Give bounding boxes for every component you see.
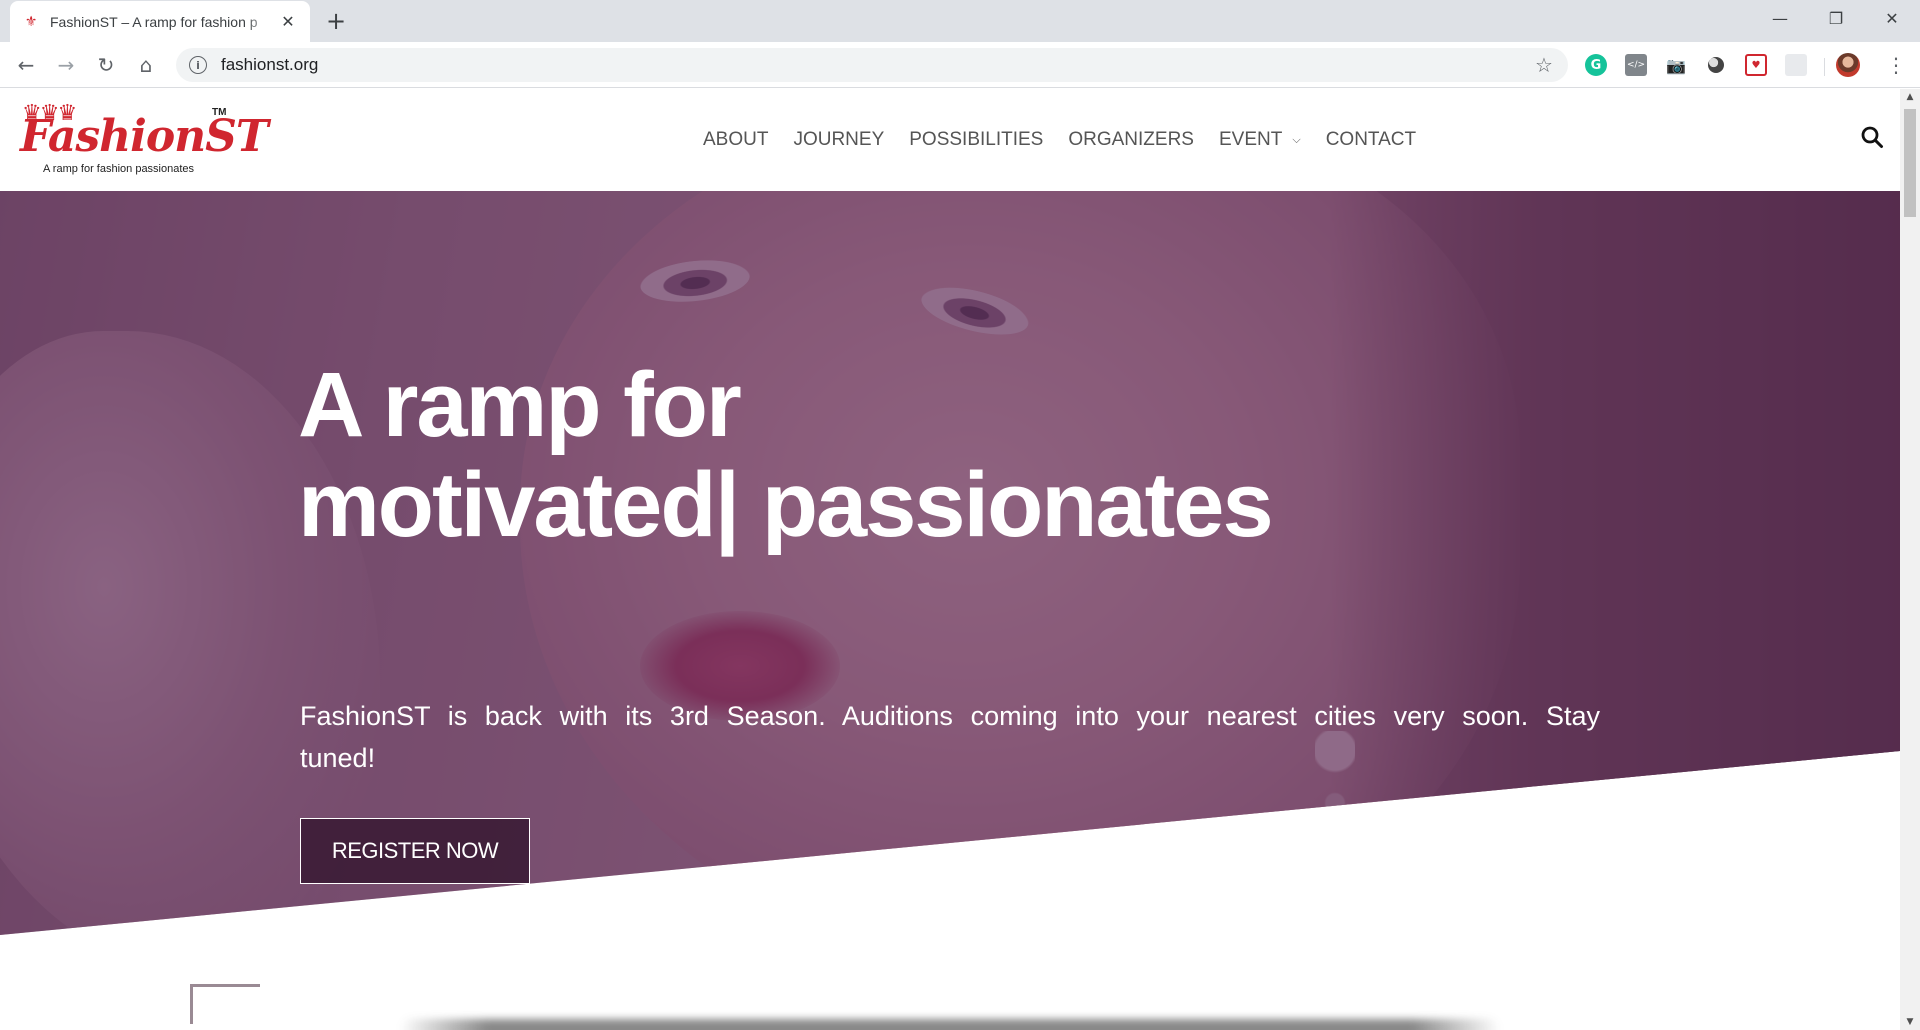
corner-bracket-decoration — [190, 984, 260, 1024]
search-icon[interactable] — [1860, 125, 1890, 155]
nav-item-journey[interactable]: JOURNEY — [793, 129, 884, 151]
code-view-icon[interactable]: </> — [1625, 54, 1647, 76]
logo-wordmark: FashionST — [20, 111, 269, 162]
reload-button[interactable]: ↻ — [90, 49, 122, 81]
url-text[interactable]: fashionst.org — [221, 55, 1528, 75]
browser-menu-icon[interactable]: ⋮ — [1880, 49, 1912, 81]
register-now-button[interactable]: REGISTER NOW — [300, 818, 530, 884]
address-bar[interactable]: i fashionst.org ☆ — [176, 48, 1568, 82]
grammarly-icon[interactable]: G — [1585, 54, 1607, 76]
nav-item-organizers[interactable]: ORGANIZERS — [1068, 129, 1194, 151]
logo-tagline: A ramp for fashion passionates — [43, 163, 195, 175]
main-navigation: ABOUT JOURNEY POSSIBILITIES ORGANIZERS E… — [703, 125, 1416, 155]
tab-title: FashionST – A ramp for fashion p — [50, 13, 258, 30]
next-section-heading-blurred — [400, 1019, 1500, 1030]
restore-button[interactable]: ❐ — [1808, 0, 1864, 36]
logo-trademark: TM — [212, 107, 227, 118]
forward-button[interactable]: → — [50, 49, 82, 81]
home-button[interactable]: ⌂ — [130, 49, 162, 81]
close-window-button[interactable]: ✕ — [1864, 0, 1920, 36]
circle-extension-icon[interactable] — [1708, 57, 1724, 73]
pocket-icon[interactable]: ♥ — [1745, 54, 1767, 76]
nav-item-about[interactable]: ABOUT — [703, 129, 768, 151]
new-tab-button[interactable]: + — [322, 7, 350, 35]
scroll-down-arrow-icon[interactable]: ▼ — [1900, 1014, 1920, 1030]
hero-title-line-2: motivated| passionates — [298, 454, 1274, 556]
nav-item-possibilities[interactable]: POSSIBILITIES — [909, 129, 1043, 151]
chevron-down-icon: ⌵ — [1292, 133, 1301, 146]
site-logo[interactable]: ♛♛♛ FashionST TM A ramp for fashion pass… — [18, 101, 269, 181]
browser-tab-active[interactable]: ⚜ FashionST – A ramp for fashion p ✕ — [10, 1, 310, 42]
nav-item-event[interactable]: EVENT ⌵ — [1219, 129, 1301, 151]
hero-subtitle: FashionST is back with its 3rd Season. A… — [300, 695, 1600, 779]
site-header: ♛♛♛ FashionST TM A ramp for fashion pass… — [0, 89, 1900, 191]
profile-avatar[interactable] — [1836, 53, 1860, 77]
search-glyph — [1861, 126, 1883, 148]
scroll-up-arrow-icon[interactable]: ▲ — [1900, 89, 1920, 105]
minimize-button[interactable]: — — [1752, 0, 1808, 36]
hero-title: A ramp for motivated| passionates — [298, 355, 1398, 555]
nav-item-contact[interactable]: CONTACT — [1326, 129, 1416, 151]
nav-item-event-label: EVENT — [1218, 129, 1283, 150]
page-viewport: ♛♛♛ FashionST TM A ramp for fashion pass… — [0, 89, 1900, 1030]
hero-subtitle-text: FashionST is back with its 3rd Season. A… — [300, 701, 1600, 773]
page-scrollbar[interactable]: ▲ ▼ — [1900, 89, 1920, 1030]
toolbar-separator — [1824, 58, 1825, 76]
fashionst-favicon-icon: ⚜ — [24, 13, 38, 30]
bookmark-star-icon[interactable]: ☆ — [1528, 49, 1560, 81]
hero-banner — [0, 191, 1900, 935]
window-controls: — ❐ ✕ — [1752, 0, 1920, 36]
close-tab-icon[interactable]: ✕ — [278, 12, 298, 32]
scrollbar-thumb[interactable] — [1904, 109, 1916, 217]
screenshot-camera-icon[interactable]: 📷 — [1665, 54, 1687, 76]
hero-color-overlay — [0, 191, 1900, 935]
blank-extension-icon[interactable] — [1785, 54, 1807, 76]
back-button[interactable]: ← — [10, 49, 42, 81]
hero-title-line-1: A ramp for — [298, 354, 742, 456]
site-info-icon[interactable]: i — [189, 56, 207, 74]
browser-toolbar: ← → ↻ ⌂ i fashionst.org ☆ G </> 📷 ♥ ⋮ — [0, 42, 1920, 88]
browser-tab-bar: ⚜ FashionST – A ramp for fashion p ✕ + —… — [0, 0, 1920, 42]
